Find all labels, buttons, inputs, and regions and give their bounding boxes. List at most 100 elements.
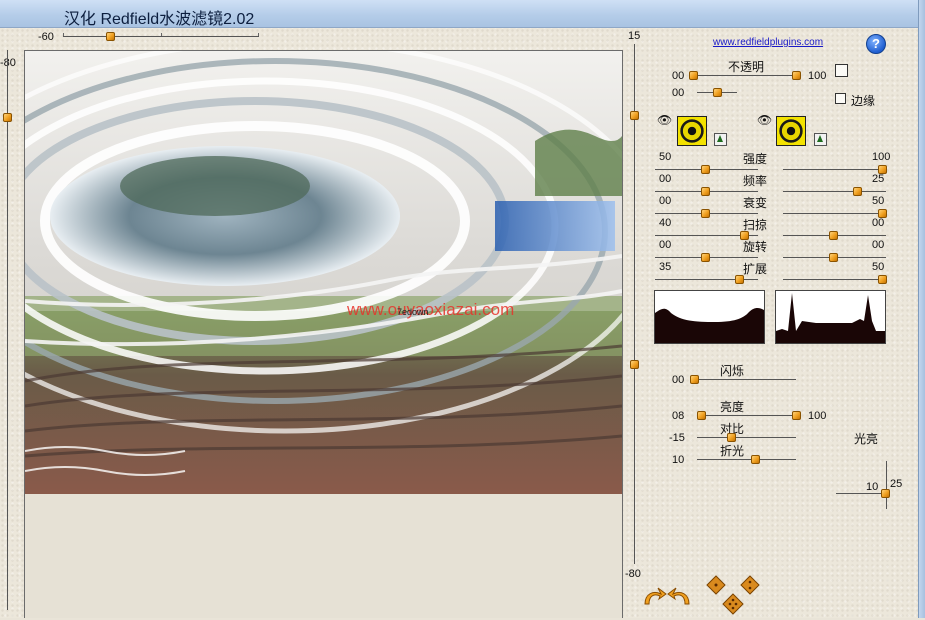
side-slider-bottom-label: -80 <box>625 568 641 580</box>
refraction-track[interactable] <box>697 459 796 460</box>
redo-arrow-svg <box>667 587 690 605</box>
contrast-value: -15 <box>669 432 685 444</box>
help-icon[interactable]: ? <box>866 34 886 54</box>
refraction-label: 折光 <box>720 444 745 458</box>
left-slider-thumb[interactable] <box>3 113 12 123</box>
param-left-value: 40 <box>659 217 672 229</box>
opacity-track[interactable] <box>693 75 796 76</box>
flicker-label: 闪烁 <box>720 364 745 378</box>
param-right-track[interactable] <box>783 279 886 280</box>
highlight-thumb[interactable] <box>881 489 890 499</box>
brightness-min: 08 <box>672 410 685 422</box>
opacity-max: 100 <box>808 70 827 82</box>
redo-icon[interactable] <box>667 586 693 609</box>
side-slider-upper-thumb[interactable] <box>630 111 639 121</box>
refraction-value: 10 <box>672 454 685 466</box>
highlight-label: 光亮 <box>854 432 879 446</box>
waveform-right-svg <box>776 293 885 343</box>
undo-arrow-svg <box>644 587 667 605</box>
param-right-track[interactable] <box>783 213 886 214</box>
param-right-value: 50 <box>872 261 885 273</box>
opacity-thumb[interactable] <box>689 71 698 80</box>
top-slider-track[interactable] <box>63 36 259 37</box>
window-frame-edge <box>918 0 925 618</box>
param-name-label: 旋转 <box>743 240 768 254</box>
param-left-thumb[interactable] <box>735 275 745 284</box>
param-name-label: 强度 <box>743 152 768 166</box>
watermark-text: www.ouyaoxiazai.com <box>347 300 515 319</box>
param-left-thumb[interactable] <box>700 187 710 196</box>
param-left-thumb[interactable] <box>700 253 710 262</box>
param-right-thumb[interactable] <box>853 187 863 196</box>
tree-icon[interactable] <box>714 133 727 146</box>
top-slider-value: -60 <box>38 31 54 43</box>
refraction-thumb[interactable] <box>750 455 760 464</box>
flicker-thumb[interactable] <box>690 375 699 384</box>
highlight-track[interactable] <box>836 493 886 494</box>
param-left-value: 35 <box>659 261 672 273</box>
preview-empty-area <box>24 494 623 618</box>
dice-icon[interactable] <box>706 575 766 620</box>
contrast-track[interactable] <box>697 437 796 438</box>
eye-icon[interactable]: 👁 <box>757 113 772 127</box>
waveform-graph-left <box>654 290 765 344</box>
param-name-label: 扩展 <box>743 262 768 276</box>
param-right-value: 25 <box>872 173 885 185</box>
param-left-value: 00 <box>659 173 672 185</box>
top-slider-thumb[interactable] <box>106 32 116 41</box>
opacity-max-thumb[interactable] <box>792 71 801 80</box>
param-right-value: 00 <box>872 239 885 251</box>
side-slider-track[interactable] <box>634 44 635 564</box>
side-slider-top-label: 15 <box>628 30 641 42</box>
param-name-label: 衰变 <box>743 196 768 210</box>
edge-checkbox[interactable] <box>835 93 846 104</box>
undo-icon[interactable] <box>641 586 667 609</box>
top-slider-tick <box>63 33 64 36</box>
top-checkbox[interactable] <box>835 64 848 77</box>
param-left-value: 00 <box>659 195 672 207</box>
highlight-vtrack[interactable] <box>886 461 887 509</box>
brightness-track[interactable] <box>701 415 796 416</box>
param-right-value: 00 <box>872 217 885 229</box>
brightness-label: 亮度 <box>720 400 745 414</box>
brightness-thumb[interactable] <box>697 411 706 420</box>
color-swatch-left[interactable] <box>677 116 707 146</box>
color-swatch-right[interactable] <box>776 116 806 146</box>
contrast-thumb[interactable] <box>726 433 736 442</box>
brightness-max-thumb[interactable] <box>792 411 801 420</box>
side-slider-lower-thumb[interactable] <box>630 360 639 369</box>
window-title: 汉化 Redfield水波滤镜2.02 <box>64 11 255 28</box>
flicker-value: 00 <box>672 374 685 386</box>
flicker-track[interactable] <box>694 379 796 380</box>
waveform-left-svg <box>655 307 764 343</box>
param-right-track[interactable] <box>783 191 886 192</box>
highlight-top: 25 <box>890 478 903 490</box>
param-right-thumb[interactable] <box>828 253 838 262</box>
param-right-thumb[interactable] <box>828 231 838 240</box>
param-left-value: 00 <box>659 239 672 251</box>
param-right-track[interactable] <box>783 169 886 170</box>
opacity-min: 00 <box>672 70 685 82</box>
sub-watermark-text: 7edown <box>397 307 429 317</box>
brightness-max: 100 <box>808 410 827 422</box>
param-left-thumb[interactable] <box>700 165 710 174</box>
preview-image[interactable]: www.ouyaoxiazai.com 7edown <box>24 50 623 495</box>
param-left-thumb[interactable] <box>700 209 710 218</box>
tree-icon[interactable] <box>814 133 827 146</box>
website-link[interactable]: www.redfieldplugins.com <box>713 37 823 48</box>
top-slider-tick <box>161 33 162 36</box>
eye-icon[interactable]: 👁 <box>657 113 672 127</box>
opacity-label: 不透明 <box>728 60 765 74</box>
param-right-value: 50 <box>872 195 885 207</box>
water-ripple-image <box>25 51 622 494</box>
waveform-graph-right <box>775 290 886 344</box>
opacity-second-thumb[interactable] <box>713 88 723 97</box>
param-right-thumb[interactable] <box>878 275 887 284</box>
param-left-value: 50 <box>659 151 672 163</box>
top-slider-tick <box>258 33 259 36</box>
left-slider-track[interactable] <box>7 50 8 610</box>
param-name-label: 频率 <box>743 174 768 188</box>
highlight-value: 10 <box>866 481 879 493</box>
dice-svg <box>706 575 760 615</box>
param-right-value: 100 <box>872 151 891 163</box>
